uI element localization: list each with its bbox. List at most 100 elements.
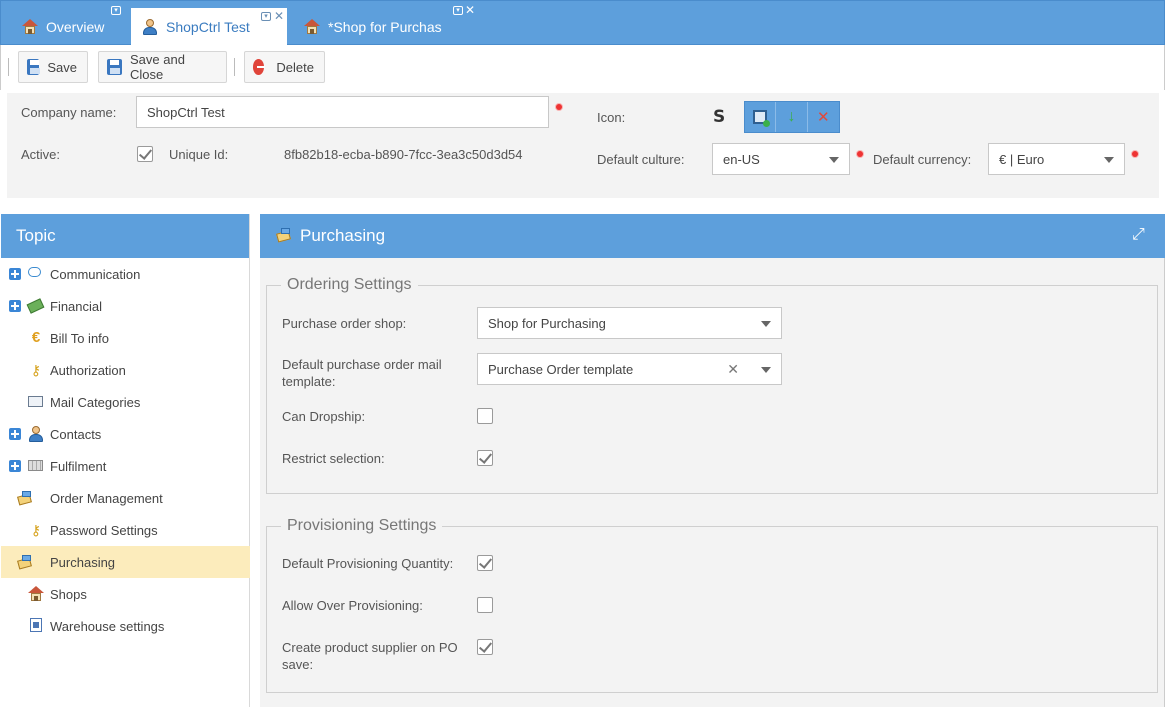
topic-item-password-settings[interactable]: ⚷ Password Settings: [1, 514, 250, 546]
purchasing-icon: [275, 228, 292, 243]
restrict-selection-label: Restrict selection:: [282, 451, 385, 466]
topic-item-mail-categories[interactable]: Mail Categories: [1, 386, 250, 418]
topic-item-label: Purchasing: [50, 554, 116, 570]
speech-bubble-icon: [28, 267, 41, 277]
floppy-disk-icon: [107, 59, 122, 75]
can-dropship-checkbox[interactable]: [477, 408, 493, 424]
default-currency-value: € | Euro: [999, 151, 1045, 167]
company-name-input[interactable]: ShopCtrl Test: [136, 96, 549, 128]
topic-item-contacts[interactable]: Contacts: [1, 418, 250, 450]
delete-button[interactable]: Delete: [244, 51, 325, 83]
shop-logo-icon: S: [713, 107, 726, 127]
tab-label: ShopCtrl Test: [166, 19, 250, 35]
expand-icon[interactable]: [9, 268, 21, 280]
document-icon: [30, 618, 42, 632]
topic-item-label: Password Settings: [50, 522, 158, 538]
floppy-disk-icon: [27, 59, 41, 75]
topic-item-authorization[interactable]: ⚷ Authorization: [1, 354, 250, 386]
purchasing-icon: [16, 555, 33, 570]
topic-item-financial[interactable]: Financial: [1, 290, 250, 322]
default-currency-select[interactable]: € | Euro: [988, 143, 1125, 175]
tab-overview[interactable]: Overview: [22, 8, 104, 46]
tab-shopctrl-test[interactable]: ShopCtrl Test ▾ ✕: [131, 8, 287, 46]
restrict-selection-checkbox[interactable]: [477, 450, 493, 466]
tab-close-button-shop-for-purchasing[interactable]: ✕: [465, 4, 475, 16]
topic-item-label: Authorization: [50, 362, 126, 378]
topic-item-shops[interactable]: Shops: [1, 578, 250, 610]
tab-close-button-shopctrl[interactable]: ✕: [274, 10, 284, 22]
tab-label: Overview: [46, 19, 105, 35]
required-indicator: [857, 151, 863, 157]
toolbar-separator: [8, 58, 9, 76]
topic-item-label: Bill To info: [50, 330, 110, 346]
icon-actions: ↓ ✕: [744, 101, 840, 133]
provisioning-settings-legend: Provisioning Settings: [287, 517, 437, 534]
pane-title: Purchasing: [300, 226, 386, 245]
chevron-down-icon: [1104, 157, 1114, 163]
order-icon: [16, 491, 33, 506]
purchase-order-shop-select[interactable]: Shop for Purchasing: [477, 307, 782, 339]
allow-over-provisioning-label: Allow Over Provisioning:: [282, 598, 423, 613]
document-tab-bar: Overview ▾ ShopCtrl Test ▾ ✕ *Shop for P…: [0, 0, 1165, 46]
expand-icon[interactable]: [9, 300, 21, 312]
mail-template-select[interactable]: Purchase Order template ✕: [477, 353, 782, 385]
image-select-icon: [753, 110, 771, 127]
box-icon: [28, 460, 43, 471]
money-icon: [26, 298, 45, 314]
default-provisioning-quantity-label: Default Provisioning Quantity:: [282, 556, 454, 571]
topic-item-bill-to-info[interactable]: € Bill To info: [1, 322, 250, 354]
topic-item-label: Communication: [50, 266, 141, 282]
expand-icon[interactable]: [1132, 224, 1147, 244]
topic-panel: Topic Communication Financial € Bill To …: [1, 214, 250, 707]
remove-icon-button[interactable]: ✕: [808, 102, 839, 132]
icon-label: Icon:: [597, 110, 626, 125]
save-and-close-button[interactable]: Save and Close: [98, 51, 227, 83]
topic-item-label: Contacts: [50, 426, 102, 442]
euro-icon: €: [31, 329, 41, 346]
default-culture-value: en-US: [723, 151, 760, 167]
chevron-down-icon: ▾: [111, 6, 121, 15]
company-name-label: Company name:: [21, 105, 117, 120]
expand-icon[interactable]: [9, 460, 21, 472]
topic-item-purchasing[interactable]: Purchasing: [1, 546, 250, 578]
delete-icon: [253, 59, 266, 75]
topic-item-communication[interactable]: Communication: [1, 258, 250, 290]
save-button[interactable]: Save: [18, 51, 88, 83]
topic-item-fulfilment[interactable]: Fulfilment: [1, 450, 250, 482]
chevron-down-icon: ▾: [261, 12, 271, 21]
mail-icon: [28, 396, 43, 407]
chevron-down-icon: [761, 321, 771, 327]
default-provisioning-quantity-checkbox[interactable]: [477, 555, 493, 571]
expand-icon[interactable]: [9, 428, 21, 440]
create-product-supplier-label: Create product supplier on PO save:: [282, 640, 458, 672]
topic-item-label: Fulfilment: [50, 458, 107, 474]
create-product-supplier-checkbox[interactable]: [477, 639, 493, 655]
download-icon-button[interactable]: ↓: [776, 102, 808, 132]
toolbar: Save Save and Close Delete: [0, 45, 1165, 90]
arrow-down-icon: ↓: [787, 108, 796, 125]
delete-button-label: Delete: [276, 59, 314, 75]
house-icon: [304, 19, 320, 35]
active-checkbox[interactable]: [137, 146, 153, 162]
select-icon-button[interactable]: [745, 102, 777, 132]
allow-over-provisioning-checkbox[interactable]: [477, 597, 493, 613]
tab-menu-button-shopctrl[interactable]: ▾: [261, 12, 271, 22]
house-icon: [22, 19, 38, 35]
tab-menu-button-shop-for-purchasing[interactable]: ▾: [453, 6, 463, 16]
toolbar-separator: [234, 58, 235, 76]
required-indicator: [1132, 151, 1138, 157]
clear-icon[interactable]: ✕: [727, 361, 739, 378]
key-icon: ⚷: [30, 362, 42, 378]
ordering-settings-legend: Ordering Settings: [287, 276, 412, 293]
default-culture-select[interactable]: en-US: [712, 143, 850, 175]
house-icon: [28, 586, 44, 602]
topic-item-warehouse-settings[interactable]: Warehouse settings: [1, 610, 250, 642]
tab-shop-for-purchasing[interactable]: *Shop for Purchas: [304, 8, 442, 46]
close-icon: ✕: [817, 109, 830, 126]
topic-title: Topic: [1, 214, 249, 258]
save-button-label: Save: [47, 59, 77, 75]
topic-item-order-management[interactable]: Order Management: [1, 482, 250, 514]
topic-item-label: Mail Categories: [50, 394, 141, 410]
chevron-down-icon: [761, 367, 771, 373]
tab-menu-button-overview[interactable]: ▾: [111, 6, 121, 16]
